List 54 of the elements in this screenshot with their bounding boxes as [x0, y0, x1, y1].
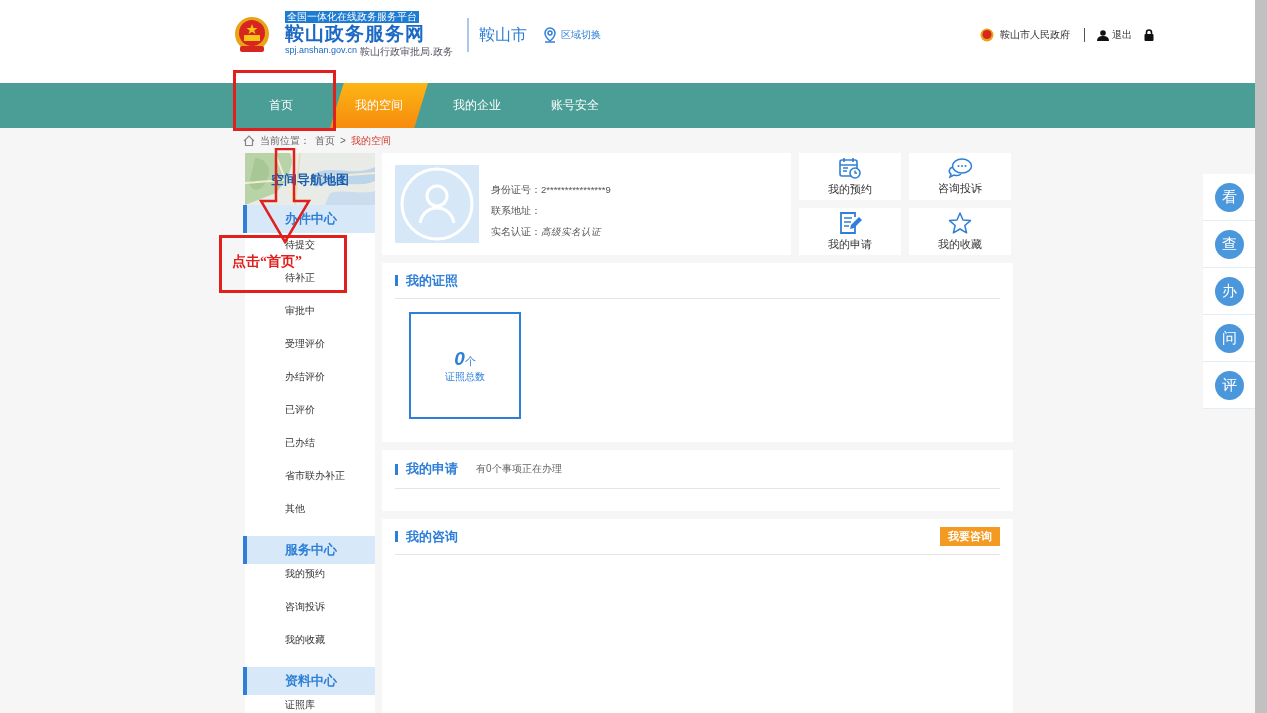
- emblem-icon: [980, 28, 994, 42]
- site-domain: spj.anshan.gov.cn: [285, 45, 357, 57]
- section-title: 我的咨询: [406, 527, 458, 546]
- annotation-label: 点击“首页”: [232, 254, 302, 270]
- site-banner: 全国一体化在线政务服务平台: [285, 11, 419, 23]
- sidebar-item[interactable]: 其他: [285, 502, 305, 516]
- field-value: 高级实名认证: [541, 225, 601, 237]
- license-count-card[interactable]: 0个 证照总数: [409, 312, 521, 419]
- sidebar-item[interactable]: 我的收藏: [285, 633, 325, 647]
- breadcrumb-link[interactable]: 我的空间: [350, 133, 391, 148]
- location-icon: [543, 27, 557, 43]
- government-link[interactable]: 鞍山市人民政府: [1000, 28, 1070, 42]
- sidebar-section-header: 服务中心: [243, 536, 375, 564]
- sidebar-item[interactable]: 待补正: [285, 271, 315, 285]
- document-edit-icon: [838, 210, 862, 235]
- quick-link-tile[interactable]: 我的预约: [799, 153, 901, 200]
- field-label: 身份证号：: [491, 183, 541, 195]
- field-label: 联系地址：: [491, 204, 541, 216]
- calendar-icon: [838, 156, 862, 180]
- sidebar-section-header: 资料中心: [243, 667, 375, 695]
- section-title: 我的申请: [406, 460, 458, 478]
- chat-icon: [947, 157, 973, 179]
- breadcrumb-separator: >: [340, 135, 346, 146]
- sidebar-item[interactable]: 省市联办补正: [285, 469, 345, 483]
- avatar-icon: [395, 165, 479, 243]
- quick-link-tile[interactable]: 我的收藏: [909, 207, 1011, 255]
- star-icon: [948, 210, 972, 235]
- sidebar-item[interactable]: 已评价: [285, 403, 315, 417]
- logout-link[interactable]: 退出: [1097, 28, 1132, 42]
- quick-link-tile[interactable]: 我的申请: [799, 207, 901, 255]
- sidebar-item[interactable]: 受理评价: [285, 337, 325, 351]
- region-switch-link[interactable]: 区域切换: [543, 27, 601, 43]
- quick-link-tile[interactable]: 咨询投诉: [909, 153, 1011, 200]
- field-label: 实名认证：: [491, 225, 541, 237]
- lock-icon[interactable]: [1144, 29, 1154, 41]
- sidebar-item[interactable]: 我的预约: [285, 567, 325, 581]
- section-title: 我的证照: [406, 271, 458, 290]
- scrollbar[interactable]: [1255, 0, 1267, 713]
- site-name: 鞍山政务服务网: [285, 23, 426, 45]
- user-icon: [1097, 29, 1109, 41]
- sidebar-item[interactable]: 已办结: [285, 436, 315, 450]
- breadcrumb-label: 当前位置：: [260, 133, 310, 148]
- breadcrumb-link[interactable]: 首页: [315, 133, 335, 148]
- sidebar-item[interactable]: 待提交: [285, 238, 315, 252]
- sidebar-item[interactable]: 办结评价: [285, 370, 325, 384]
- emblem-icon: [232, 15, 272, 55]
- city-name: 鞍山市: [479, 24, 527, 45]
- site-subtitle: 鞍山行政审批局.政务: [359, 45, 453, 59]
- sidebar-item[interactable]: 证照库: [285, 698, 315, 712]
- field-value: 2****************9: [541, 183, 611, 195]
- status-note: 有0个事项正在办理: [476, 462, 562, 476]
- sidebar-item[interactable]: 审批中: [285, 304, 315, 318]
- sidebar-item[interactable]: 咨询投诉: [285, 600, 325, 614]
- home-icon: [243, 135, 255, 146]
